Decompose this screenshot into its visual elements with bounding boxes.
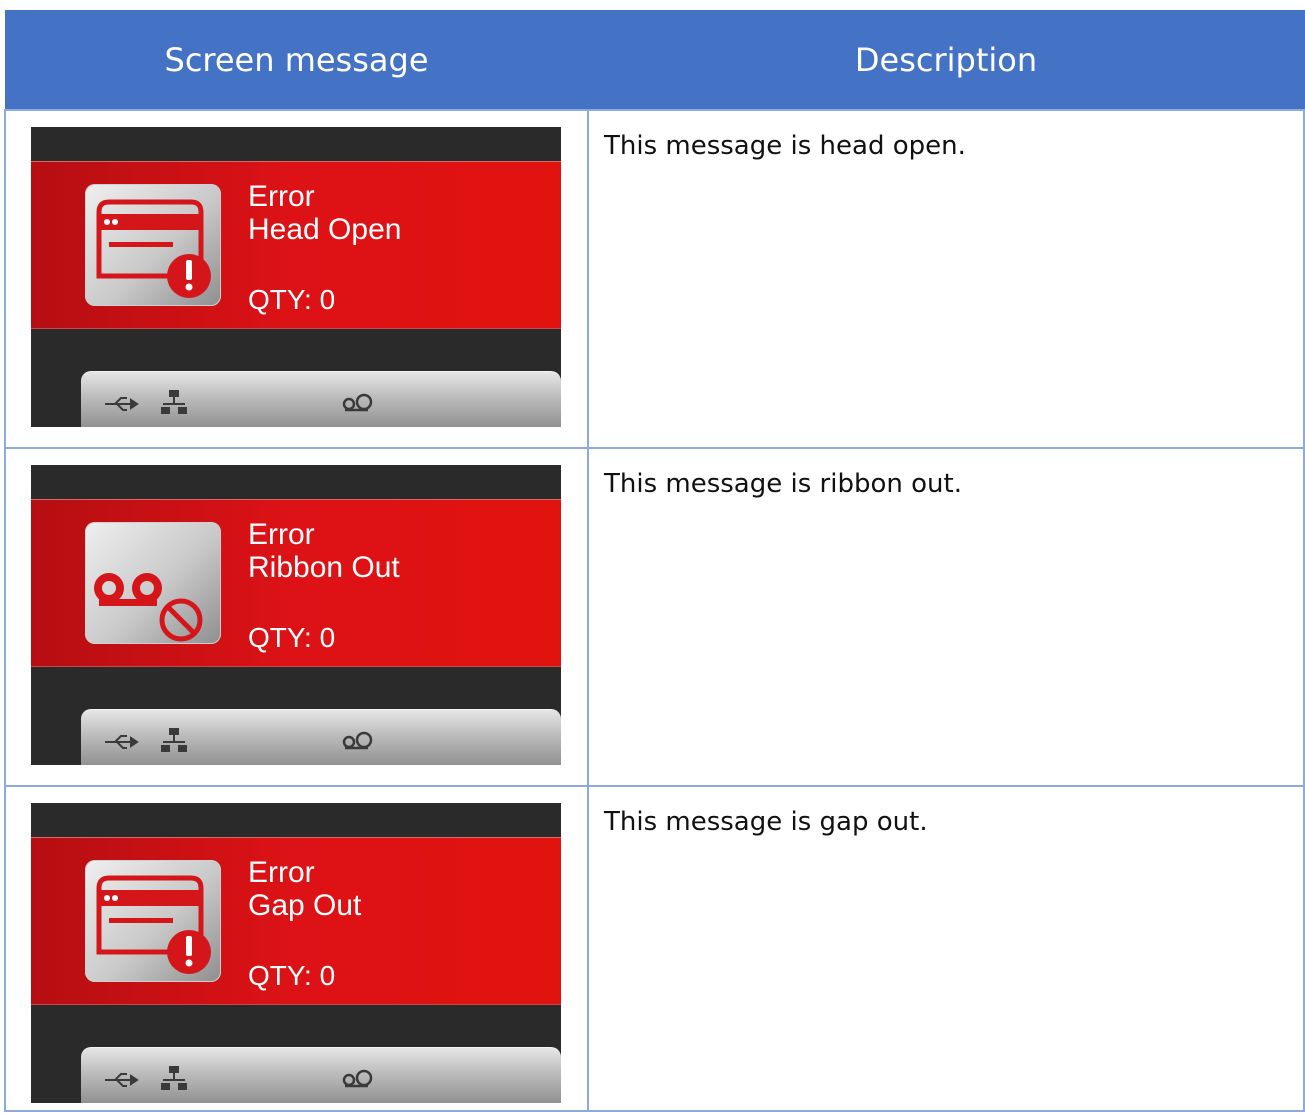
network-icon [161,728,187,752]
error-bar: Error Ribbon Out QTY: 0 [31,499,561,667]
header-description: Description [587,10,1305,111]
lcd-screen: Error Gap Out QTY: 0 [31,803,561,1103]
description-text: This message is ribbon out. [604,469,962,499]
screen-cell: Error Ribbon Out QTY: 0 [4,447,589,787]
description-cell: This message is ribbon out. [587,447,1305,787]
ribbon-icon [342,393,373,412]
printhead-error-icon [85,184,221,306]
error-title: Error [248,518,315,551]
ribbon-icon [342,731,373,750]
table-header-row: Screen message Description [4,10,1305,111]
quantity-label: QTY: 0 [248,622,336,653]
page: Screen message Description Error Head Op… [0,0,1305,1113]
error-subtitle: Ribbon Out [248,551,400,584]
quantity-label: QTY: 0 [248,960,336,991]
error-text: Error Ribbon Out [248,518,400,584]
screen-cell: Error Gap Out QTY: 0 [4,785,589,1112]
network-icon [161,390,187,414]
error-title: Error [248,180,315,213]
ribbon-icon [342,1069,373,1088]
status-bar [81,371,561,427]
table-row: Error Ribbon Out QTY: 0 This message is … [4,447,1305,787]
printhead-error-icon [85,860,221,982]
error-bar: Error Head Open QTY: 0 [31,161,561,329]
error-title: Error [248,856,315,889]
quantity-label: QTY: 0 [248,284,336,315]
header-screen-message: Screen message [4,10,589,111]
description-text: This message is gap out. [604,807,928,837]
description-cell: This message is head open. [587,109,1305,449]
description-cell: This message is gap out. [587,785,1305,1112]
screen-cell: Error Head Open QTY: 0 [4,109,589,449]
error-subtitle: Gap Out [248,889,362,922]
error-subtitle: Head Open [248,213,402,246]
error-text: Error Head Open [248,180,401,246]
status-bar [81,709,561,765]
table-row: Error Head Open QTY: 0 This message is h… [4,109,1305,449]
error-bar: Error Gap Out QTY: 0 [31,837,561,1005]
lcd-screen: Error Ribbon Out QTY: 0 [31,465,561,765]
network-icon [161,1066,187,1090]
usb-icon [105,1073,139,1087]
table-row: Error Gap Out QTY: 0 This message is gap… [4,785,1305,1112]
lcd-screen: Error Head Open QTY: 0 [31,127,561,427]
usb-icon [105,397,139,411]
usb-icon [105,735,139,749]
ribbon-out-icon [85,522,221,644]
description-text: This message is head open. [604,131,966,161]
status-bar [81,1047,561,1103]
message-table: Screen message Description Error Head Op… [4,10,1305,1112]
error-text: Error Gap Out [248,856,361,922]
